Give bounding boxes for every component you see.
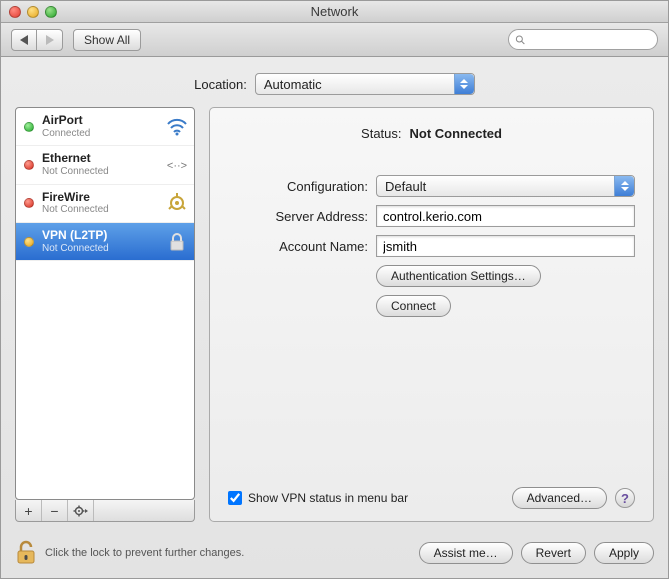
triangle-right-icon <box>45 35 54 45</box>
account-name-row: Account Name: <box>228 235 635 257</box>
status-dot-icon <box>24 237 34 247</box>
service-actions-menu[interactable] <box>68 500 94 521</box>
service-item-ethernet[interactable]: Ethernet Not Connected <··> <box>16 146 194 184</box>
window-title: Network <box>1 4 668 19</box>
assist-me-button[interactable]: Assist me… <box>419 542 513 564</box>
location-select[interactable]: Automatic <box>255 73 475 95</box>
body-area: AirPort Connected Ethernet Not Connected… <box>1 107 668 532</box>
search-input[interactable] <box>530 33 651 47</box>
svg-text:<··>: <··> <box>167 160 187 172</box>
help-button[interactable]: ? <box>615 488 635 508</box>
status-dot-icon <box>24 160 34 170</box>
service-name: FireWire <box>42 191 109 205</box>
toolbar: Show All <box>1 23 668 57</box>
triangle-left-icon <box>20 35 29 45</box>
location-row: Location: Automatic <box>1 57 668 107</box>
lock-text: Click the lock to prevent further change… <box>45 547 244 559</box>
sidebar: AirPort Connected Ethernet Not Connected… <box>15 107 195 522</box>
status-row: Status: Not Connected <box>228 126 635 141</box>
authentication-settings-button[interactable]: Authentication Settings… <box>376 265 541 287</box>
account-name-label: Account Name: <box>228 239 368 254</box>
network-prefpane-window: Network Show All Location: Automatic <box>0 0 669 579</box>
server-address-input[interactable] <box>376 205 635 227</box>
configuration-select[interactable]: Default <box>376 175 635 197</box>
unlocked-lock-icon[interactable] <box>15 540 37 566</box>
wifi-icon <box>166 116 188 138</box>
show-vpn-status-checkbox[interactable] <box>228 491 242 505</box>
service-status: Connected <box>42 128 90 140</box>
service-item-firewire[interactable]: FireWire Not Connected <box>16 185 194 223</box>
service-list: AirPort Connected Ethernet Not Connected… <box>15 107 195 500</box>
nav-buttons <box>11 29 63 51</box>
remove-service-button[interactable]: − <box>42 500 68 521</box>
service-name: AirPort <box>42 114 90 128</box>
location-label: Location: <box>194 77 247 92</box>
status-label: Status: <box>361 126 401 141</box>
back-button[interactable] <box>11 29 37 51</box>
advanced-button[interactable]: Advanced… <box>512 487 607 509</box>
status-dot-icon <box>24 198 34 208</box>
ethernet-icon: <··> <box>166 154 188 176</box>
lock-icon <box>166 231 188 253</box>
revert-button[interactable]: Revert <box>521 542 586 564</box>
server-address-label: Server Address: <box>228 209 368 224</box>
select-stepper-icon <box>614 176 634 196</box>
apply-button[interactable]: Apply <box>594 542 654 564</box>
service-status: Not Connected <box>42 166 109 178</box>
server-address-row: Server Address: <box>228 205 635 227</box>
sidebar-footer: + − <box>15 500 195 522</box>
select-stepper-icon <box>454 74 474 94</box>
account-name-input[interactable] <box>376 235 635 257</box>
service-status: Not Connected <box>42 243 109 255</box>
connect-button[interactable]: Connect <box>376 295 451 317</box>
show-vpn-status-row[interactable]: Show VPN status in menu bar <box>228 491 408 505</box>
configuration-row: Configuration: Default <box>228 175 635 197</box>
gear-icon <box>73 504 89 518</box>
search-icon <box>515 34 526 46</box>
service-name: Ethernet <box>42 152 109 166</box>
forward-button[interactable] <box>37 29 63 51</box>
configuration-value: Default <box>385 179 426 194</box>
service-item-vpn[interactable]: VPN (L2TP) Not Connected <box>16 223 194 261</box>
detail-panel: Status: Not Connected Configuration: Def… <box>209 107 654 522</box>
service-status: Not Connected <box>42 204 109 216</box>
search-field[interactable] <box>508 29 658 50</box>
lock-row: Click the lock to prevent further change… <box>1 532 668 578</box>
firewire-icon <box>166 192 188 214</box>
show-vpn-status-label: Show VPN status in menu bar <box>248 491 408 505</box>
configuration-label: Configuration: <box>228 179 368 194</box>
show-all-button[interactable]: Show All <box>73 29 141 51</box>
add-service-button[interactable]: + <box>16 500 42 521</box>
service-name: VPN (L2TP) <box>42 229 109 243</box>
panel-footer: Show VPN status in menu bar Advanced… ? <box>228 487 635 509</box>
location-value: Automatic <box>264 77 322 92</box>
status-dot-icon <box>24 122 34 132</box>
status-value: Not Connected <box>410 126 502 141</box>
titlebar: Network <box>1 1 668 23</box>
service-item-airport[interactable]: AirPort Connected <box>16 108 194 146</box>
